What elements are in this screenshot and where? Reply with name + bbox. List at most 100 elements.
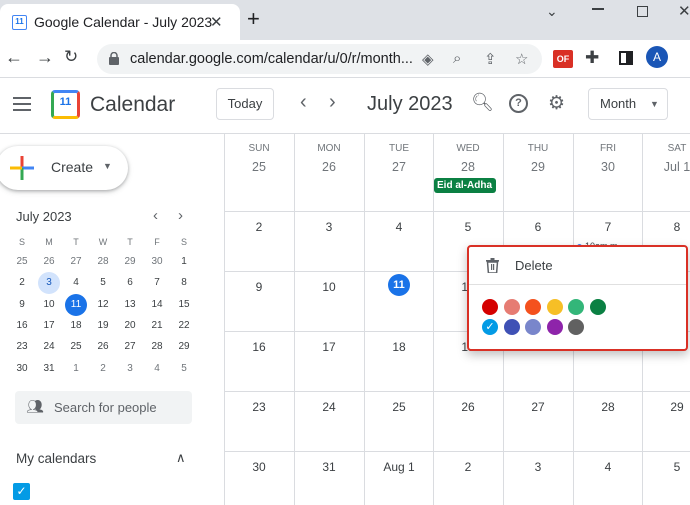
day-cell-number[interactable]: 30 <box>224 460 294 474</box>
day-cell-number[interactable]: 10 <box>294 280 364 294</box>
day-cell-number[interactable]: 23 <box>224 400 294 414</box>
zoom-icon[interactable]: ⌕ <box>453 50 461 67</box>
eid-al-adha-event[interactable]: Eid al-Adha <box>434 178 496 193</box>
day-cell-number[interactable]: 5 <box>642 460 690 474</box>
mini-day[interactable]: 9 <box>11 294 33 316</box>
bookmark-star-icon[interactable]: ☆ <box>515 50 528 68</box>
more-vertical-icon[interactable]: ⋮ <box>683 94 690 114</box>
day-cell-number[interactable]: 27 <box>364 160 434 174</box>
day-cell-number[interactable]: 5 <box>433 220 503 234</box>
mini-day[interactable]: 26 <box>92 336 114 358</box>
next-month-icon[interactable]: › <box>329 91 336 114</box>
color-swatch[interactable] <box>568 299 584 315</box>
chevron-up-icon[interactable]: ∧ <box>176 450 186 466</box>
extension-red-icon[interactable]: OF <box>553 50 573 68</box>
mini-day[interactable]: 1 <box>65 358 87 380</box>
mini-day[interactable]: 6 <box>119 272 141 294</box>
mini-day[interactable]: 21 <box>146 315 168 337</box>
mini-day[interactable]: 29 <box>173 336 195 358</box>
color-swatch[interactable] <box>589 299 606 315</box>
mini-day[interactable]: 27 <box>119 336 141 358</box>
color-swatch[interactable] <box>546 319 563 335</box>
mini-day[interactable]: 7 <box>146 272 168 294</box>
view-switcher-dropdown[interactable]: Month ▼ <box>588 88 668 120</box>
new-tab-button[interactable]: + <box>247 8 260 30</box>
mini-day[interactable]: 18 <box>65 315 87 337</box>
color-swatch[interactable] <box>546 299 563 315</box>
today-date-marker[interactable]: 11 <box>388 274 410 296</box>
mini-day[interactable]: 5 <box>92 272 114 294</box>
day-cell-number[interactable]: 27 <box>503 400 573 414</box>
color-swatch[interactable] <box>525 299 541 315</box>
mini-day[interactable]: 5 <box>173 358 195 380</box>
day-cell-number[interactable]: 4 <box>573 460 643 474</box>
mini-day[interactable]: 29 <box>119 251 141 273</box>
mini-day[interactable]: 11 <box>65 293 87 316</box>
previous-month-icon[interactable]: ‹ <box>300 91 307 114</box>
day-cell-number[interactable]: 6 <box>503 220 573 234</box>
eye-icon[interactable]: ◈ <box>422 50 434 68</box>
mini-day[interactable]: 24 <box>38 336 60 358</box>
main-menu-icon[interactable] <box>13 97 31 111</box>
extensions-puzzle-icon[interactable]: ✚ <box>585 48 599 68</box>
mini-day[interactable]: 4 <box>146 358 168 380</box>
calendar-logo-icon[interactable]: 11 <box>51 90 80 119</box>
mini-day[interactable]: 28 <box>146 336 168 358</box>
day-cell-number[interactable]: 8 <box>642 220 690 234</box>
profile-avatar[interactable]: A <box>646 46 668 68</box>
color-swatch[interactable] <box>525 319 541 335</box>
mini-day[interactable]: 10 <box>38 294 60 316</box>
day-cell-number[interactable]: 2 <box>433 460 503 474</box>
mini-day[interactable]: 30 <box>11 358 33 380</box>
mini-day[interactable]: 17 <box>38 315 60 337</box>
back-arrow-icon[interactable]: ← <box>5 47 23 68</box>
search-people-input[interactable]: 👥︎ Search for people <box>15 391 192 424</box>
day-cell-number[interactable]: Aug 1 <box>364 460 434 474</box>
day-cell-number[interactable]: 3 <box>294 220 364 234</box>
mini-day[interactable]: 4 <box>65 272 87 294</box>
mini-day[interactable]: 27 <box>65 251 87 273</box>
chevron-down-icon[interactable]: ⌄ <box>546 3 558 20</box>
day-cell-number[interactable]: 3 <box>503 460 573 474</box>
day-cell-number[interactable]: 16 <box>224 340 294 354</box>
reload-icon[interactable]: ↻ <box>64 47 78 67</box>
mini-day[interactable]: 19 <box>92 315 114 337</box>
color-swatch[interactable] <box>503 319 520 335</box>
color-swatch[interactable] <box>482 299 498 315</box>
mini-day[interactable]: 2 <box>11 272 33 294</box>
today-button[interactable]: Today <box>216 88 274 120</box>
mini-day[interactable]: 16 <box>11 315 33 337</box>
maximize-icon[interactable] <box>637 6 648 17</box>
mini-day[interactable]: 23 <box>11 336 33 358</box>
day-cell-number[interactable]: 24 <box>294 400 364 414</box>
mini-day[interactable]: 12 <box>92 294 114 316</box>
my-calendars-label[interactable]: My calendars <box>16 451 96 466</box>
day-cell-number[interactable]: 9 <box>224 280 294 294</box>
url-text[interactable]: calendar.google.com/calendar/u/0/r/month… <box>130 51 420 67</box>
day-cell-number[interactable]: 25 <box>364 400 434 414</box>
day-cell-number[interactable]: 29 <box>642 400 690 414</box>
minimize-icon[interactable] <box>592 8 604 10</box>
mini-day[interactable]: 22 <box>173 315 195 337</box>
day-cell-number[interactable]: 26 <box>294 160 364 174</box>
day-cell-number[interactable]: 31 <box>294 460 364 474</box>
color-swatch[interactable] <box>503 299 520 315</box>
day-cell-number[interactable]: 2 <box>224 220 294 234</box>
mini-day[interactable]: 15 <box>173 294 195 316</box>
gear-icon[interactable]: ⚙ <box>548 92 565 115</box>
day-cell-number[interactable]: 4 <box>364 220 434 234</box>
side-panel-icon[interactable] <box>619 51 633 65</box>
delete-menu-item[interactable]: Delete <box>515 258 553 273</box>
close-tab-icon[interactable]: ✕ <box>210 13 223 31</box>
day-cell-number[interactable]: 18 <box>364 340 434 354</box>
chrome-menu-icon[interactable]: ⋮ <box>683 48 690 68</box>
mini-prev-icon[interactable]: ‹ <box>153 207 158 224</box>
color-swatch[interactable] <box>568 319 584 335</box>
day-cell-number[interactable]: 17 <box>294 340 364 354</box>
calendar-checkbox[interactable]: ✓ <box>13 483 30 500</box>
selected-color-swatch[interactable]: ✓ <box>482 319 498 335</box>
close-window-icon[interactable]: ✕ <box>678 2 690 20</box>
address-bar[interactable]: calendar.google.com/calendar/u/0/r/month… <box>97 44 542 74</box>
search-icon[interactable]: 🔍︎ <box>471 92 494 113</box>
day-cell-number[interactable]: 29 <box>503 160 573 174</box>
